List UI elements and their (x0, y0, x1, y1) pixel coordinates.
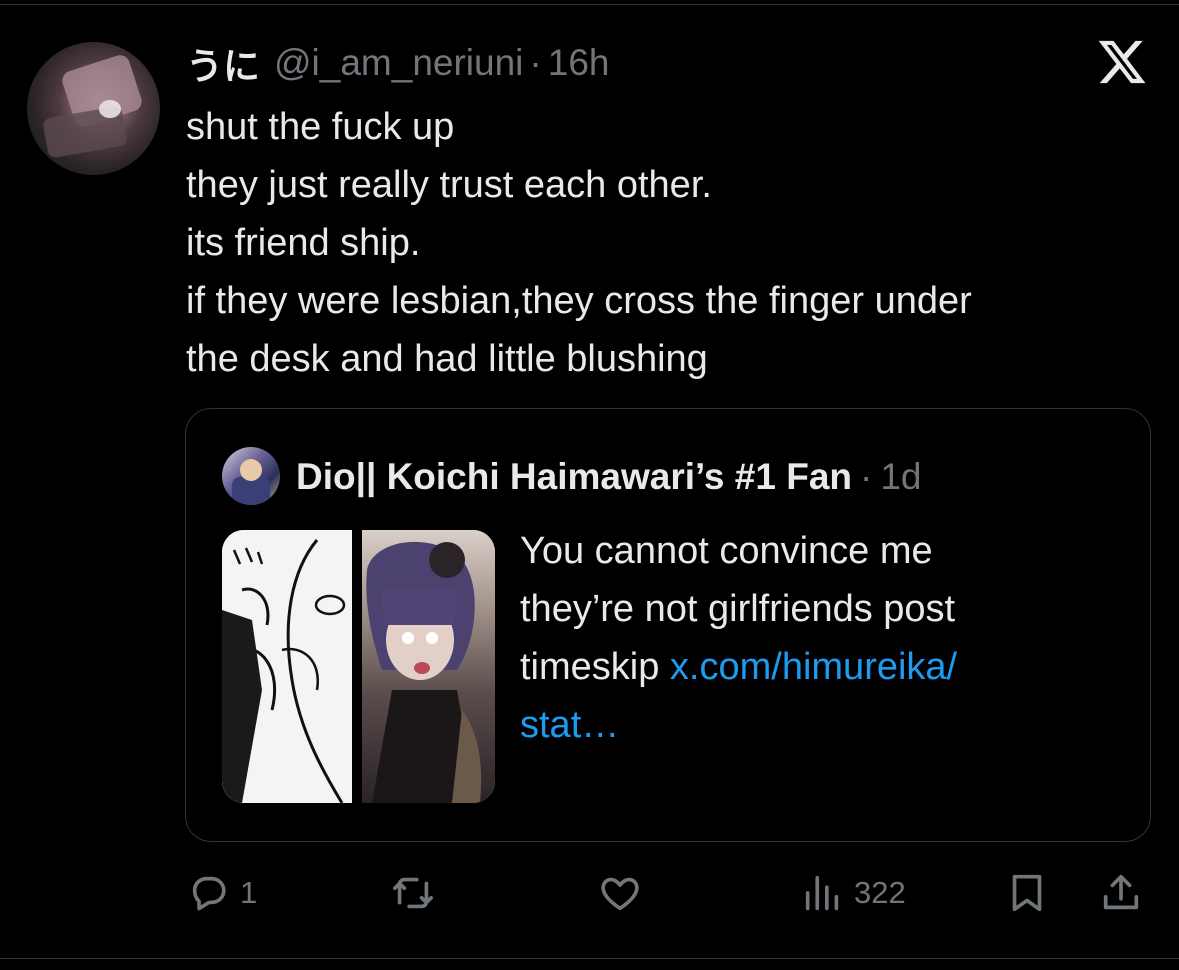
bookmark-button[interactable] (1004, 860, 1050, 926)
views-count: 322 (854, 875, 906, 910)
views-icon (805, 875, 839, 911)
quoted-link[interactable]: x.com/himureika/ (670, 646, 957, 688)
tweet-line: shut the fuck up (186, 106, 455, 148)
author-handle[interactable]: @i_am_neriuni (274, 42, 523, 84)
quoted-text-line: stat… (520, 696, 1120, 754)
tweet-text: shut the fuck up they just really trust … (186, 98, 1146, 388)
tweet-line: its friend ship. (186, 222, 421, 264)
author-display-name[interactable]: うに (186, 36, 260, 90)
quoted-text-line: they’re not girlfriends post (520, 588, 956, 630)
tweet-line: the desk and had little blushing (186, 338, 708, 380)
quoted-author-name[interactable]: Dio|| Koichi Haimawari’s #1 Fan (296, 456, 852, 498)
tweet-timestamp[interactable]: 16h (548, 42, 610, 84)
reply-count: 1 (240, 875, 258, 910)
tweet-line: if they were lesbian,they cross the fing… (186, 280, 972, 322)
bookmark-icon (1012, 874, 1042, 912)
repost-button[interactable] (388, 860, 438, 926)
quoted-tweet-header: Dio|| Koichi Haimawari’s #1 Fan · 1d (296, 452, 921, 502)
reply-icon (192, 876, 226, 911)
repost-icon (392, 877, 434, 909)
share-icon (1103, 874, 1139, 910)
x-logo-icon (1098, 40, 1146, 84)
reply-button[interactable]: 1 (186, 860, 257, 926)
header-separator: · (529, 42, 542, 83)
quoted-timestamp[interactable]: 1d (880, 456, 921, 498)
tweet-header: うに @i_am_neriuni · 16h (186, 38, 609, 88)
quoted-text-line: timeskip x.com/himureika/ (520, 638, 1120, 696)
bottom-divider (0, 958, 1179, 959)
quoted-link-continuation[interactable]: stat… (520, 704, 619, 746)
views-button[interactable]: 322 (800, 860, 906, 926)
media-artwork (222, 539, 482, 803)
quoted-author-avatar[interactable] (222, 447, 280, 505)
heart-icon (601, 877, 639, 911)
like-button[interactable] (596, 860, 644, 926)
quoted-media-thumbnail[interactable] (222, 530, 495, 803)
tweet-line: they just really trust each other. (186, 164, 712, 206)
author-avatar[interactable] (27, 42, 160, 175)
top-divider (0, 4, 1179, 5)
quoted-text-fragment: timeskip (520, 646, 670, 688)
quoted-tweet-text: You cannot convince me they’re not girlf… (520, 522, 1120, 754)
action-bar: 1 322 (0, 860, 1179, 930)
quoted-header-separator: · (860, 456, 873, 497)
quoted-text-line: You cannot convince me (520, 530, 933, 572)
share-button[interactable] (1098, 860, 1144, 926)
